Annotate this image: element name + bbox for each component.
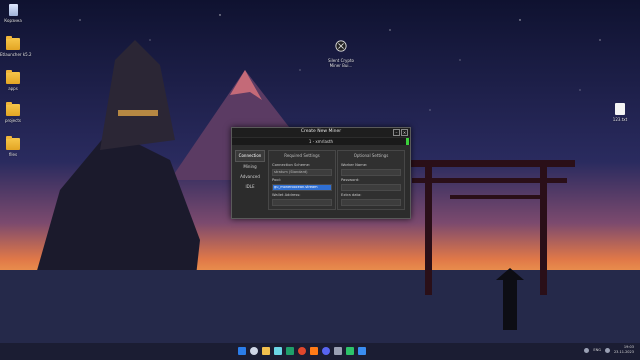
tab-connection[interactable]: Connection bbox=[235, 150, 265, 162]
recycle-bin-icon bbox=[8, 4, 18, 16]
folder-icon bbox=[6, 136, 20, 150]
connection-scheme-select[interactable]: stratum (Standard) bbox=[272, 169, 332, 176]
app-icon[interactable] bbox=[346, 347, 354, 355]
worker-name-label: Worker Name: bbox=[341, 163, 368, 167]
create-miner-window: Create New Miner – × 1 - xmrlasth Connec… bbox=[231, 127, 411, 219]
optional-settings-heading: Optional Settings bbox=[353, 153, 389, 158]
folder-icon bbox=[6, 70, 20, 84]
tab-advanced[interactable]: Advanced bbox=[235, 172, 265, 182]
close-button[interactable]: × bbox=[401, 129, 408, 136]
tab-idle[interactable]: IDLE bbox=[235, 182, 265, 192]
pool-input[interactable]: gu_moneroocean.stream bbox=[272, 184, 332, 191]
volume-icon[interactable] bbox=[604, 347, 610, 353]
discord-icon[interactable] bbox=[322, 347, 330, 355]
search-icon[interactable] bbox=[250, 347, 258, 355]
password-input[interactable] bbox=[341, 184, 401, 191]
required-settings-panel: Required Settings Connection Scheme: str… bbox=[268, 150, 336, 210]
taskbar: ENG 19:03 23.11.2023 bbox=[0, 343, 640, 360]
app-icon[interactable] bbox=[334, 347, 342, 355]
projects-folder[interactable]: projects bbox=[0, 102, 26, 123]
app-icon[interactable] bbox=[286, 347, 294, 355]
miner-builder-desktop-icon[interactable]: Silent Crypto Miner Bui... bbox=[328, 37, 354, 68]
miner-name-bar: 1 - xmrlasth bbox=[232, 138, 410, 145]
window-titlebar[interactable]: Create New Miner – × bbox=[232, 128, 410, 137]
folder-icon bbox=[6, 36, 20, 50]
miner-builder-icon bbox=[335, 40, 347, 52]
worker-name-input[interactable] bbox=[341, 169, 401, 176]
window-title: Create New Miner bbox=[300, 129, 342, 134]
app-icon[interactable] bbox=[310, 347, 318, 355]
recycle-bin-desktop-icon[interactable]: Корзина bbox=[0, 4, 26, 23]
miner-name: 1 - xmrlasth bbox=[308, 139, 334, 144]
connection-scheme-label: Connection Scheme: bbox=[272, 163, 311, 167]
minimize-button[interactable]: – bbox=[393, 129, 400, 136]
password-label: Password: bbox=[341, 178, 360, 182]
apps-folder[interactable]: apps bbox=[0, 70, 26, 91]
browser-icon[interactable] bbox=[298, 347, 306, 355]
required-settings-heading: Required Settings bbox=[284, 153, 320, 158]
etlauncher-folder[interactable]: Etlauncher k5.2 bbox=[0, 36, 32, 57]
optional-settings-panel: Optional Settings Worker Name: Password:… bbox=[337, 150, 405, 210]
clock[interactable]: 19:03 23.11.2023 bbox=[614, 345, 634, 355]
start-button-icon[interactable] bbox=[238, 347, 246, 355]
wallet-address-input[interactable] bbox=[272, 199, 332, 206]
app-icon[interactable] bbox=[358, 347, 366, 355]
status-indicator-right bbox=[406, 138, 409, 145]
pool-label: Pool: bbox=[272, 178, 281, 182]
extra-data-label: Extra data: bbox=[341, 193, 362, 197]
files-folder[interactable]: files bbox=[0, 136, 26, 157]
window-controls: – × bbox=[393, 129, 408, 136]
clock-date: 23.11.2023 bbox=[613, 350, 634, 354]
wallet-address-label: Wallet Address: bbox=[272, 193, 301, 197]
file-explorer-icon[interactable] bbox=[262, 347, 270, 355]
network-icon[interactable] bbox=[584, 347, 590, 353]
language-indicator[interactable]: ENG bbox=[593, 348, 601, 352]
folder-icon bbox=[6, 102, 20, 116]
text-file-icon bbox=[615, 103, 625, 115]
extra-data-input[interactable] bbox=[341, 199, 401, 206]
tab-mining[interactable]: Mining bbox=[235, 162, 265, 172]
text-file-desktop-icon[interactable]: 123.txt bbox=[607, 103, 633, 122]
system-tray: ENG 19:03 23.11.2023 bbox=[584, 345, 634, 355]
taskbar-apps bbox=[238, 347, 366, 355]
settings-sidebar: Connection Mining Advanced IDLE bbox=[235, 150, 265, 192]
app-icon[interactable] bbox=[274, 347, 282, 355]
